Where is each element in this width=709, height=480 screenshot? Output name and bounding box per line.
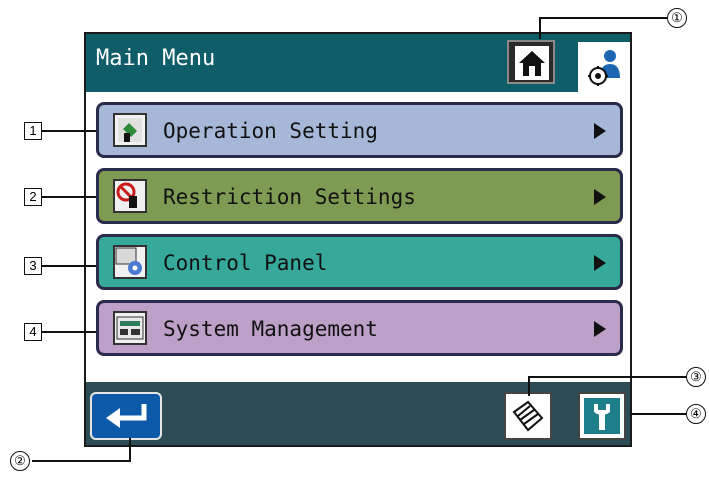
callout-line bbox=[129, 438, 131, 462]
menu-item-label: Control Panel bbox=[163, 251, 328, 275]
menu-item-restriction-settings[interactable]: Restriction Settings bbox=[96, 168, 623, 224]
callout-line bbox=[528, 376, 530, 396]
menu-item-control-panel[interactable]: Control Panel bbox=[96, 234, 623, 290]
callout-box-3: 3 bbox=[24, 257, 42, 275]
maintenance-button[interactable] bbox=[578, 392, 626, 440]
arrow-right-icon bbox=[594, 255, 606, 271]
callout-line bbox=[42, 331, 96, 333]
callout-line bbox=[630, 413, 686, 415]
home-button[interactable] bbox=[507, 40, 555, 84]
title-bar: Main Menu bbox=[86, 34, 630, 96]
callout-2: ② bbox=[10, 451, 30, 471]
callout-1: ① bbox=[667, 8, 687, 28]
callout-line bbox=[539, 17, 541, 39]
menu-item-label: Restriction Settings bbox=[163, 185, 416, 209]
user-settings-icon bbox=[588, 50, 620, 86]
callout-line bbox=[42, 130, 96, 132]
control-panel-icon bbox=[113, 245, 147, 279]
callout-4: ④ bbox=[686, 404, 706, 424]
menu-item-label: Operation Setting bbox=[163, 119, 378, 143]
arrow-right-icon bbox=[594, 189, 606, 205]
callout-3: ③ bbox=[686, 367, 706, 387]
pages-button[interactable] bbox=[504, 392, 552, 440]
callout-line bbox=[42, 265, 96, 267]
page-title: Main Menu bbox=[96, 46, 216, 71]
callout-line bbox=[528, 376, 687, 378]
restriction-settings-icon bbox=[113, 179, 147, 213]
callout-line bbox=[42, 196, 96, 198]
system-management-icon bbox=[113, 311, 147, 345]
home-icon bbox=[515, 46, 549, 80]
menu-item-operation-setting[interactable]: Operation Setting bbox=[96, 102, 623, 158]
arrow-right-icon bbox=[594, 321, 606, 337]
menu-item-system-management[interactable]: System Management bbox=[96, 300, 623, 356]
user-settings-tab[interactable] bbox=[576, 40, 630, 96]
callout-box-1: 1 bbox=[24, 122, 42, 140]
return-arrow-icon bbox=[106, 404, 147, 428]
main-menu: Operation Setting Restriction Settings C… bbox=[86, 92, 630, 382]
callout-line bbox=[32, 460, 131, 462]
callout-line bbox=[539, 17, 667, 19]
menu-item-label: System Management bbox=[163, 317, 378, 341]
back-button[interactable] bbox=[90, 392, 162, 440]
wrench-icon bbox=[584, 398, 620, 434]
arrow-right-icon bbox=[594, 123, 606, 139]
bottom-bar bbox=[86, 382, 630, 445]
device-screen: Main Menu Operation Setting Restriction … bbox=[84, 32, 632, 447]
callout-box-2: 2 bbox=[24, 188, 42, 206]
operation-setting-icon bbox=[113, 113, 147, 147]
callout-box-4: 4 bbox=[24, 323, 42, 341]
pages-icon bbox=[512, 400, 544, 432]
